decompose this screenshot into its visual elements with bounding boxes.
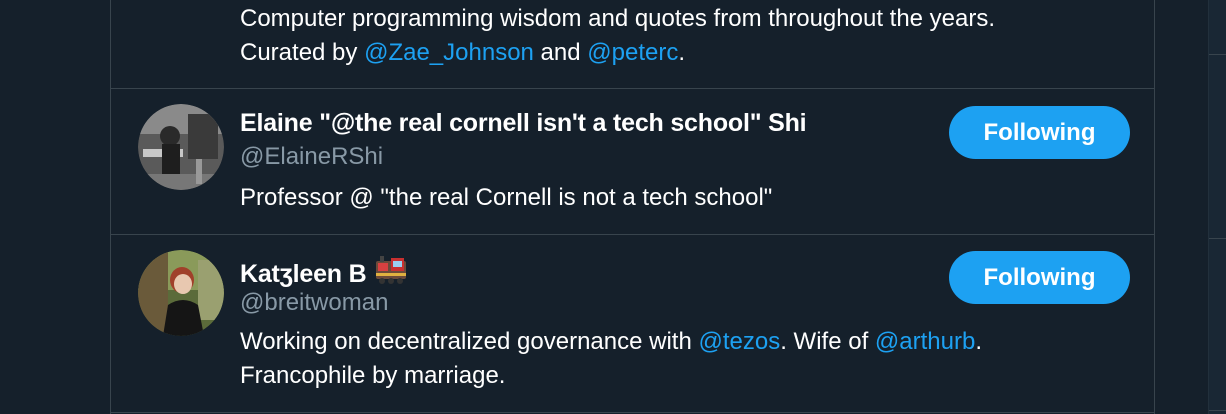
bio-text: . Wife of — [780, 328, 875, 355]
bio-line: Curated by @Zae_Johnson and @peterc. — [240, 36, 995, 70]
divider — [1209, 54, 1226, 55]
followers-list-page: Computer programming wisdom and quotes f… — [0, 0, 1226, 414]
following-button[interactable]: Following — [949, 251, 1130, 304]
train-icon — [374, 255, 408, 292]
bio-text: Working on decentralized governance with — [240, 328, 699, 355]
display-name[interactable]: Katʒleen B — [240, 255, 408, 292]
user-handle[interactable]: @breitwoman — [240, 289, 388, 317]
following-button[interactable]: Following — [949, 106, 1130, 159]
sidebar-edge — [1208, 0, 1226, 414]
avatar[interactable] — [138, 104, 224, 190]
bio-text: . — [678, 39, 686, 66]
user-list-column: Computer programming wisdom and quotes f… — [110, 0, 1155, 414]
bio-line: Francophile by marriage. — [240, 362, 506, 389]
user-bio: Professor @ "the real Cornell is not a t… — [240, 184, 773, 211]
user-cell[interactable]: Katʒleen B @breitwoman Working on decent… — [111, 235, 1154, 413]
mention-link[interactable]: @Zae_Johnson — [364, 39, 534, 66]
divider — [1209, 410, 1226, 411]
display-name[interactable]: Elaine "@the real cornell isn't a tech s… — [240, 109, 807, 138]
user-handle[interactable]: @ElaineRShi — [240, 143, 383, 171]
bio-text: . — [975, 328, 982, 355]
mention-link[interactable]: @peterc — [587, 39, 678, 66]
display-name-text: Katʒleen B — [240, 260, 367, 288]
user-cell[interactable]: Elaine "@the real cornell isn't a tech s… — [111, 89, 1154, 235]
bio-line: Computer programming wisdom and quotes f… — [240, 5, 996, 32]
bio-text: Curated by — [240, 39, 365, 66]
bio-line: Working on decentralized governance with… — [240, 325, 982, 359]
divider — [1209, 238, 1226, 239]
mention-link[interactable]: @tezos — [698, 328, 780, 355]
mention-link[interactable]: @arthurb — [875, 328, 975, 355]
avatar[interactable] — [138, 250, 224, 336]
user-bio: Computer programming wisdom and quotes f… — [240, 2, 995, 70]
user-cell[interactable]: Computer programming wisdom and quotes f… — [111, 0, 1154, 89]
bio-text: and — [533, 39, 588, 66]
user-bio: Working on decentralized governance with… — [240, 325, 982, 393]
